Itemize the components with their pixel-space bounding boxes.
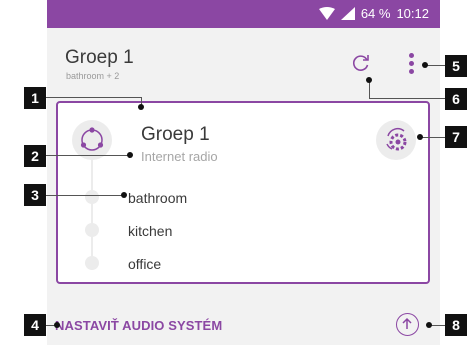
group-icon[interactable] (72, 120, 112, 160)
callout-label: 7 (445, 126, 467, 148)
callout-leader (420, 137, 447, 138)
arrow-up-icon (402, 317, 412, 329)
wifi-icon (318, 7, 335, 20)
callout-label: 2 (24, 145, 46, 167)
speaker-settings-icon[interactable] (376, 120, 416, 160)
signal-icon (340, 7, 355, 20)
callout-label: 6 (445, 88, 467, 110)
scroll-up-button[interactable] (396, 313, 419, 336)
callout-label: 5 (445, 55, 467, 77)
refresh-icon[interactable] (350, 52, 372, 74)
callout-leader-end (138, 104, 144, 110)
callout-leader-end (422, 62, 428, 68)
group-title: Groep 1 (141, 124, 210, 145)
setup-audio-system-link[interactable]: NASTAVIŤ AUDIO SYSTÉM (55, 318, 222, 333)
callout-leader-end (54, 322, 60, 328)
callout-label: 8 (445, 314, 467, 336)
now-playing-source: Internet radio (141, 149, 218, 164)
room-dot (85, 256, 99, 270)
callout-leader-end (127, 152, 133, 158)
page-subtitle: bathroom + 2 (66, 71, 120, 81)
callout-leader-end (366, 77, 372, 83)
callout-leader (369, 98, 447, 99)
callout-label: 1 (24, 87, 46, 109)
room-dot (85, 190, 99, 204)
status-icons: 64 % 10:12 (318, 6, 429, 21)
status-bar: 64 % 10:12 (47, 0, 440, 28)
callout-leader (45, 195, 123, 196)
room-item-office[interactable]: office (128, 256, 161, 272)
clock-text: 10:12 (396, 6, 429, 21)
room-item-kitchen[interactable]: kitchen (128, 223, 172, 239)
page-title: Groep 1 (65, 47, 134, 68)
callout-leader (45, 97, 142, 98)
room-dot (85, 223, 99, 237)
callout-label: 3 (24, 184, 46, 206)
app-screen: 64 % 10:12 Groep 1 bathroom + 2 Groep 1 … (47, 0, 440, 345)
group-card[interactable]: Groep 1 Internet radio bathroom kitchen … (56, 101, 430, 284)
room-tree-line (91, 160, 93, 268)
battery-text: 64 % (360, 6, 391, 21)
callout-leader-end (426, 322, 432, 328)
room-item-bathroom[interactable]: bathroom (128, 190, 187, 206)
callout-label: 4 (24, 314, 46, 336)
callout-leader (425, 65, 445, 66)
annotated-screenshot: 64 % 10:12 Groep 1 bathroom + 2 Groep 1 … (0, 0, 475, 345)
callout-leader-end (121, 192, 127, 198)
callout-leader (45, 155, 129, 156)
callout-leader-end (417, 134, 423, 140)
kebab-menu-icon[interactable] (407, 51, 417, 75)
